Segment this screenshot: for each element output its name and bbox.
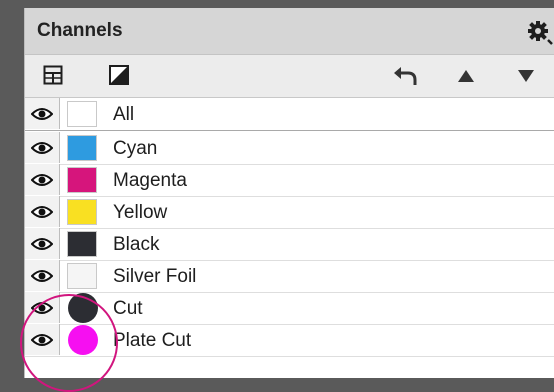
eye-icon[interactable]	[25, 324, 60, 355]
channel-label: Silver Foil	[113, 266, 197, 287]
channel-row-all[interactable]: All	[25, 98, 554, 131]
channel-row-black[interactable]: Black	[25, 228, 554, 261]
eye-icon[interactable]	[25, 292, 60, 323]
channel-row-yellow[interactable]: Yellow	[25, 196, 554, 229]
contrast-icon[interactable]	[109, 65, 129, 90]
undo-arrow-icon[interactable]	[393, 65, 419, 92]
eye-icon[interactable]	[25, 132, 60, 163]
channel-row-cyan[interactable]: Cyan	[25, 132, 554, 165]
panel-header: Channels	[25, 8, 554, 55]
channel-row-magenta[interactable]: Magenta	[25, 164, 554, 197]
channels-panel: Channels All Cyan Magenta Yellow Black S…	[24, 8, 554, 378]
channel-row-silver-foil[interactable]: Silver Foil	[25, 260, 554, 293]
channel-label: Plate Cut	[113, 330, 192, 351]
channel-list: All Cyan Magenta Yellow Black Silver Foi…	[25, 98, 554, 378]
channel-swatch	[68, 293, 98, 323]
channel-label: Cyan	[113, 138, 158, 159]
channel-swatch	[67, 199, 97, 225]
triangle-up-icon[interactable]	[457, 69, 475, 88]
gear-icon[interactable]	[527, 20, 553, 46]
triangle-down-icon[interactable]	[517, 69, 535, 88]
channels-toolbar	[25, 55, 554, 98]
eye-icon[interactable]	[25, 164, 60, 195]
channel-swatch	[67, 101, 97, 127]
channel-label: Black	[113, 234, 160, 255]
channel-label: Cut	[113, 298, 143, 319]
eye-icon[interactable]	[25, 196, 60, 227]
channel-row-plate-cut[interactable]: Plate Cut	[25, 324, 554, 357]
grid-icon[interactable]	[43, 65, 63, 90]
channel-label: All	[113, 104, 135, 125]
channel-swatch	[67, 135, 97, 161]
channel-swatch	[67, 263, 97, 289]
channel-label: Magenta	[113, 170, 187, 191]
eye-icon[interactable]	[25, 228, 60, 259]
channel-label: Yellow	[113, 202, 168, 223]
channel-swatch	[68, 325, 98, 355]
channel-row-cut[interactable]: Cut	[25, 292, 554, 325]
channel-swatch	[67, 231, 97, 257]
channel-swatch	[67, 167, 97, 193]
eye-icon[interactable]	[25, 260, 60, 291]
panel-title: Channels	[37, 20, 123, 41]
eye-icon[interactable]	[25, 98, 60, 129]
